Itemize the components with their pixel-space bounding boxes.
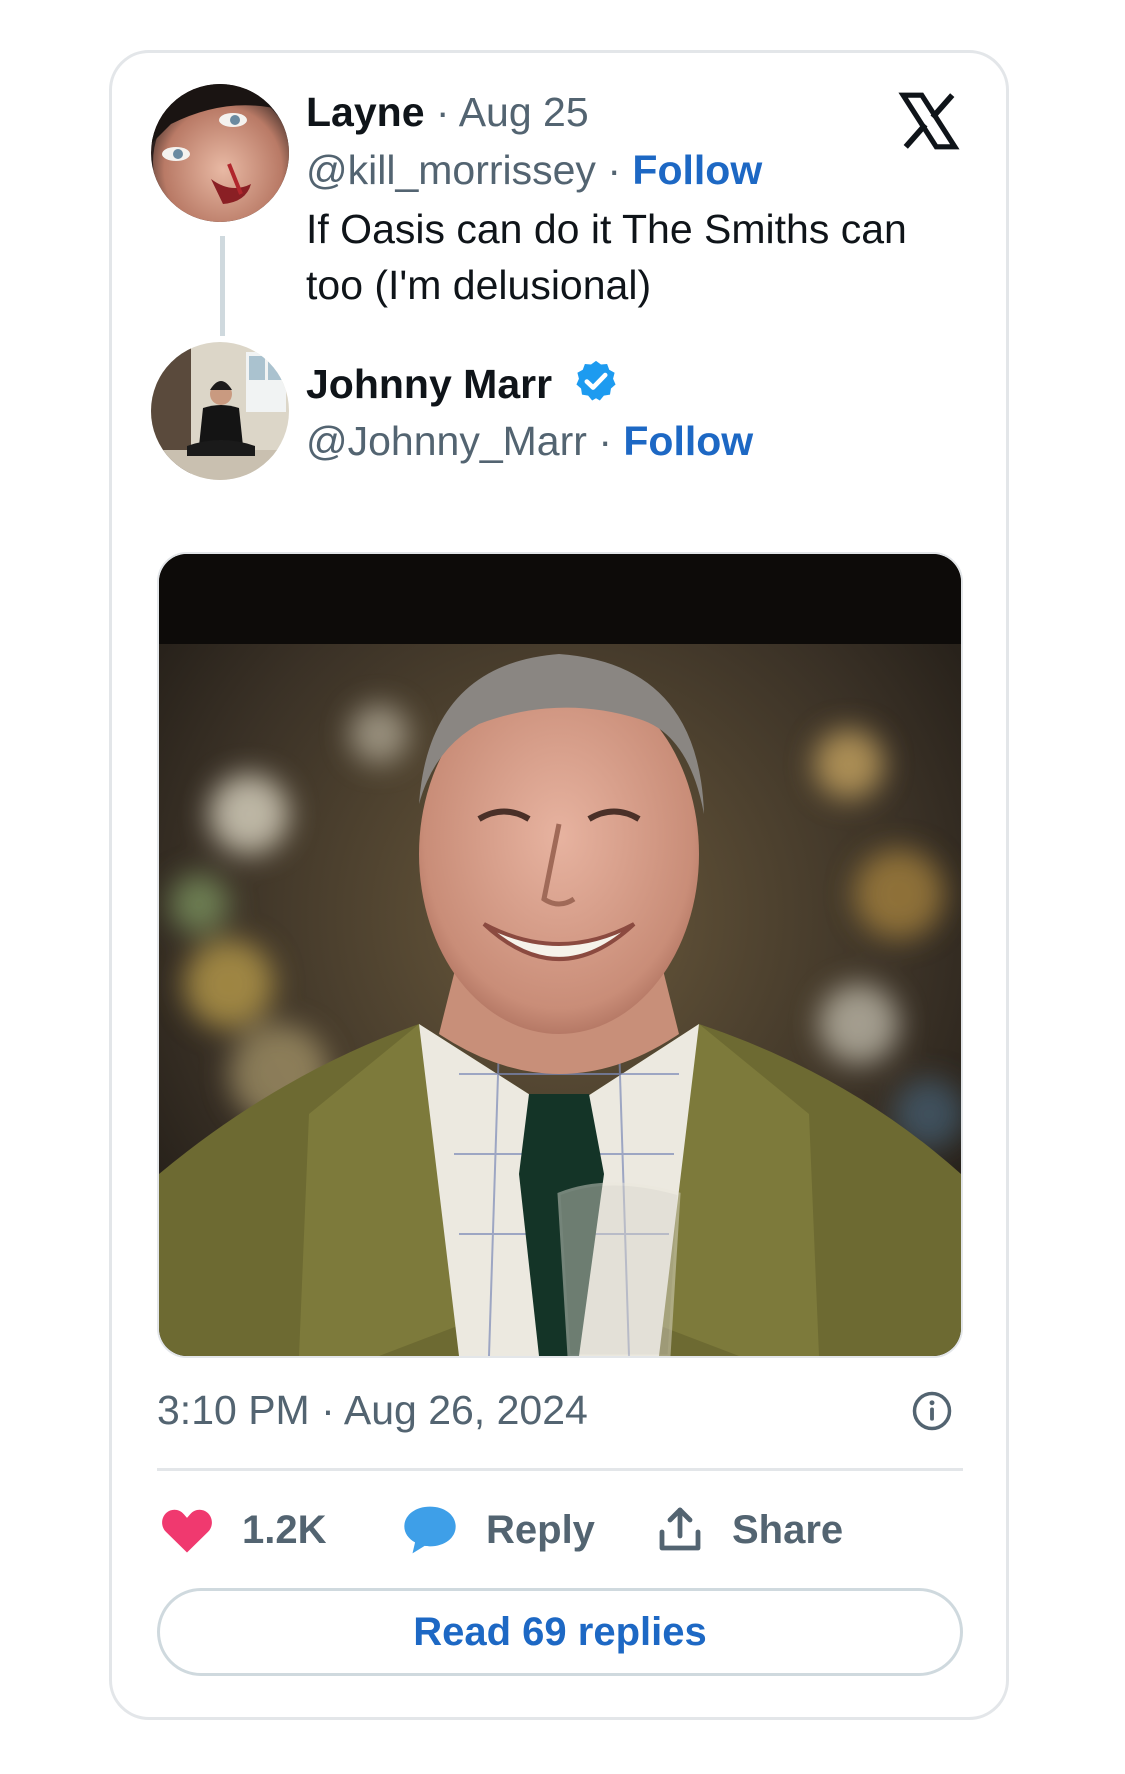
tweet-photo[interactable] — [157, 552, 963, 1358]
follow-layne-link[interactable]: Follow — [632, 147, 762, 193]
heart-icon — [162, 1509, 212, 1553]
avatar-johnny-marr[interactable] — [151, 342, 289, 480]
read-replies-button[interactable]: Read 69 replies — [157, 1588, 963, 1676]
author-handle[interactable]: @kill_morrissey — [306, 147, 596, 193]
author-name[interactable]: Johnny Marr — [306, 361, 552, 407]
avatar-layne[interactable] — [151, 84, 289, 222]
like-count: 1.2K — [242, 1507, 327, 1552]
author-handle[interactable]: @Johnny_Marr — [306, 418, 587, 464]
share-button[interactable]: Share — [656, 1500, 843, 1560]
info-icon[interactable] — [911, 1390, 953, 1432]
speech-bubble-icon — [404, 1506, 456, 1554]
reply-to-header: Layne · Aug 25 — [306, 87, 589, 137]
reply-button[interactable]: Reply — [402, 1500, 595, 1560]
avatar-layne-image — [151, 84, 289, 222]
tweet-text-line: too (I'm delusional) — [306, 262, 652, 308]
separator-dot: · — [607, 147, 621, 193]
avatar-johnny-marr-image — [151, 342, 289, 480]
tweet-photo-image — [159, 554, 961, 1356]
author-name[interactable]: Layne — [306, 89, 425, 135]
tweet-author-row: Johnny Marr — [306, 358, 619, 409]
share-label: Share — [732, 1507, 844, 1552]
follow-johnny-marr-link[interactable]: Follow — [623, 418, 753, 464]
like-button[interactable]: 1.2K — [160, 1500, 327, 1560]
tweet-timestamp[interactable]: 3:10 PM · Aug 26, 2024 — [157, 1385, 588, 1435]
tweet-handle-row: @Johnny_Marr · Follow — [306, 416, 753, 466]
reply-to-handle-row: @kill_morrissey · Follow — [306, 145, 762, 195]
verified-badge-icon — [576, 360, 617, 401]
read-replies-label: Read 69 replies — [413, 1609, 707, 1654]
x-logo-icon[interactable] — [898, 90, 960, 152]
reply-to-tweet-text: If Oasis can do it The Smiths can too (I… — [306, 201, 966, 313]
tweet-text-line: If Oasis can do it The Smiths can — [306, 206, 907, 252]
thread-connector-line — [220, 236, 225, 336]
share-upload-icon — [659, 1507, 701, 1551]
divider — [157, 1468, 963, 1471]
reply-label: Reply — [486, 1507, 595, 1552]
separator-dot: · — [435, 89, 450, 135]
separator-dot: · — [598, 418, 612, 464]
post-date[interactable]: Aug 25 — [459, 89, 589, 135]
